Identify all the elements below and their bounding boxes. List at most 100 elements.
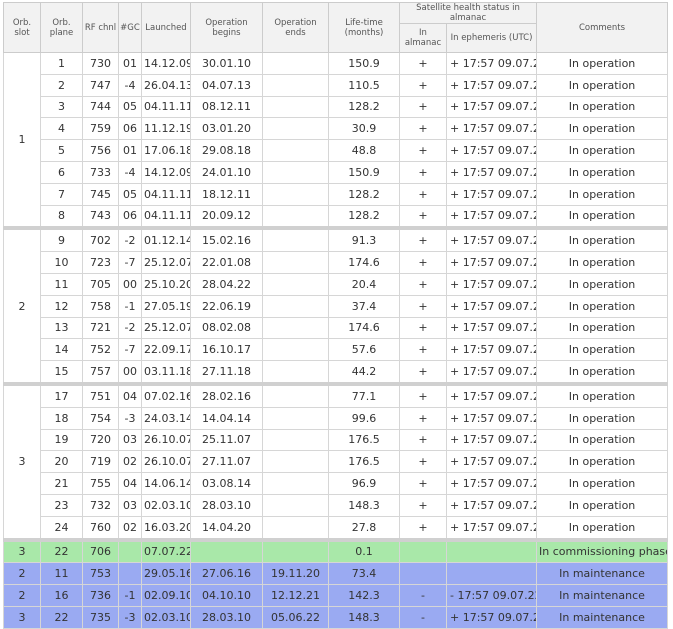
cell-comment: In operation — [536, 515, 669, 541]
cell-operation-begins: 08.02.08 — [190, 316, 263, 340]
table-row: 10 723 -7 25.12.07 22.01.08 174.6 + + 17:57 09.… — [4, 251, 669, 274]
cell-launched: 07.02.16 — [141, 381, 191, 408]
cell-operation-ends — [262, 406, 329, 430]
cell-launched: 02.09.10 — [141, 584, 191, 607]
cell-rf-chnl: 756 — [82, 139, 119, 162]
cell-comment: In operation — [536, 428, 669, 452]
cell-operation-begins: 29.08.18 — [190, 139, 263, 162]
cell-comment: In operation — [536, 316, 669, 340]
cell-in-ephemeris: + 17:57 09.07.22 — [445, 95, 538, 119]
cell-rf-chnl: 747 — [82, 73, 119, 97]
cell-operation-ends — [262, 537, 329, 564]
cell-lifetime: 142.3 — [328, 584, 400, 607]
cell-comment: In operation — [536, 73, 669, 97]
cell-operation-ends — [262, 272, 329, 296]
cell-operation-ends — [262, 493, 329, 517]
table-row: 7 745 05 04.11.11 18.12.11 128.2 + + 17:57 09.0… — [4, 182, 669, 206]
cell-orb-plane: 20 — [40, 450, 83, 474]
table-row: 8 743 06 04.11.11 20.09.12 128.2 + + 17:57 09.0… — [4, 204, 669, 229]
cell-rf-chnl: 736 — [82, 584, 119, 607]
cell-rf-chnl: 752 — [82, 338, 119, 362]
cell-lifetime: 30.9 — [328, 117, 400, 141]
cell-orb-plane: 5 — [40, 139, 83, 162]
cell-lifetime: 37.4 — [328, 294, 400, 318]
cell-operation-begins: 14.04.20 — [190, 515, 263, 541]
cell-comment: In operation — [536, 117, 669, 141]
cell-launched: 16.03.20 — [141, 515, 191, 541]
cell-rf-chnl: 720 — [82, 428, 119, 452]
cell-operation-begins: 28.03.10 — [190, 493, 263, 517]
cell-rf-chnl: 755 — [82, 472, 119, 495]
cell-gc: 03 — [118, 493, 142, 517]
table-row: 11 705 00 25.10.20 28.04.22 20.4 + + 17:57 09.0… — [4, 272, 669, 296]
cell-operation-begins: 14.04.14 — [190, 406, 263, 430]
table-row: 2 11 753 29.05.16 27.06.16 19.11.20 73.4 In mai… — [3, 562, 669, 586]
cell-launched: 02.03.10 — [141, 493, 191, 517]
cell-launched: 14.06.14 — [141, 472, 191, 495]
cell-gc: -2 — [118, 226, 142, 253]
cell-in-ephemeris: + 17:57 09.07.22 — [445, 381, 538, 408]
cell-gc: 02 — [118, 515, 142, 541]
cell-gc: 02 — [118, 450, 142, 474]
table-row: 20 719 02 26.10.07 27.11.07 176.5 + + 17:57 09.… — [4, 450, 669, 474]
cell-in-ephemeris: + 17:57 09.07.22 — [445, 406, 538, 430]
cell-lifetime: 48.8 — [328, 139, 400, 162]
slot-group-1: 1 1 730 01 14.12.09 30.01.10 150.9 + + 17:57 09.… — [3, 52, 669, 229]
cell-gc — [118, 537, 142, 564]
cell-gc: 01 — [118, 52, 142, 75]
cell-gc: -3 — [118, 406, 142, 430]
cell-operation-begins: 27.11.18 — [190, 360, 263, 385]
cell-launched: 26.04.13 — [141, 73, 191, 97]
cell-operation-ends — [262, 294, 329, 318]
cell-comment: In operation — [536, 381, 669, 408]
cell-in-almanac: - — [399, 605, 447, 629]
cell-operation-begins: 04.10.10 — [190, 584, 263, 607]
cell-rf-chnl: 735 — [82, 605, 119, 629]
table-row: 15 757 00 03.11.18 27.11.18 44.2 + + 17:57 09.0… — [4, 360, 669, 385]
table-row: 6 733 -4 14.12.09 24.01.10 150.9 + + 17:57 09.0… — [4, 160, 669, 184]
cell-comment: In commissioning phase — [536, 537, 669, 564]
cell-operation-begins — [190, 537, 263, 564]
header-lifetime: Life-time (months) — [328, 2, 400, 53]
cell-orb-plane: 1 — [40, 52, 83, 75]
cell-launched: 02.03.10 — [141, 605, 191, 629]
cell-in-almanac: + — [399, 117, 447, 141]
cell-comment: In operation — [536, 272, 669, 296]
cell-launched: 03.11.18 — [141, 360, 191, 385]
cell-orb-plane: 21 — [40, 472, 83, 495]
cell-gc: 01 — [118, 139, 142, 162]
cell-operation-begins: 04.07.13 — [190, 73, 263, 97]
cell-operation-ends — [262, 226, 329, 253]
header-operation-ends: Operation ends — [262, 2, 329, 53]
cell-in-almanac: + — [399, 360, 447, 385]
cell-operation-begins: 25.11.07 — [190, 428, 263, 452]
cell-launched: 14.12.09 — [141, 52, 191, 75]
cell-in-almanac: + — [399, 493, 447, 517]
cell-comment: In maintenance — [536, 562, 669, 586]
cell-gc: 06 — [118, 204, 142, 229]
cell-gc: 04 — [118, 381, 142, 408]
cell-lifetime: 110.5 — [328, 73, 400, 97]
cell-in-almanac: + — [399, 472, 447, 495]
cell-in-almanac: + — [399, 251, 447, 274]
cell-launched: 04.11.11 — [141, 95, 191, 119]
cell-rf-chnl: 745 — [82, 182, 119, 206]
table-row: 1 1 730 01 14.12.09 30.01.10 150.9 + + 17:57 09.… — [3, 52, 669, 229]
cell-operation-ends — [262, 316, 329, 340]
cell-in-ephemeris: + 17:57 09.07.22 — [445, 428, 538, 452]
cell-in-almanac: + — [399, 428, 447, 452]
cell-orb-slot: 3 — [3, 605, 41, 629]
cell-in-almanac: + — [399, 316, 447, 340]
cell-orb-slot: 3 — [3, 537, 41, 564]
cell-lifetime: 148.3 — [328, 605, 400, 629]
cell-in-ephemeris: + 17:57 09.07.22 — [445, 450, 538, 474]
cell-rf-chnl: 721 — [82, 316, 119, 340]
cell-lifetime: 176.5 — [328, 428, 400, 452]
table-row: 18 754 -3 24.03.14 14.04.14 99.6 + + 17:57 09.0… — [4, 406, 669, 430]
cell-gc: -2 — [118, 316, 142, 340]
cell-operation-ends — [262, 73, 329, 97]
table-row: 3 22 706 07.07.22 0.1 In commissioning phase — [3, 537, 669, 564]
cell-in-almanac: + — [399, 139, 447, 162]
cell-in-almanac: + — [399, 406, 447, 430]
cell-gc: 03 — [118, 428, 142, 452]
